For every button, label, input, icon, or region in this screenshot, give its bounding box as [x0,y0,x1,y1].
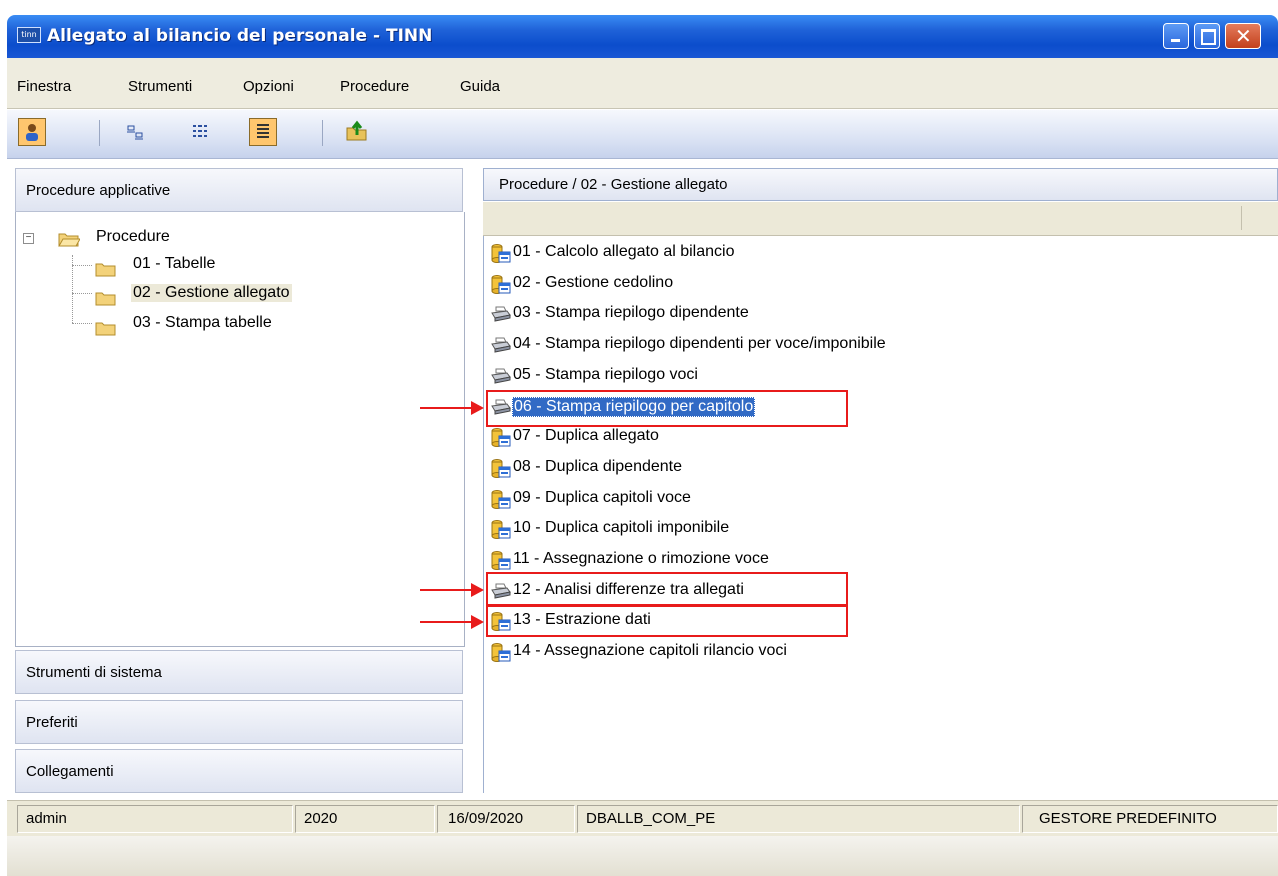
column-header-bar[interactable] [483,202,1278,236]
status-manager: GESTORE PREDEFINITO [1022,805,1278,833]
panel-collegamenti[interactable]: Collegamenti [15,749,463,793]
panel-title: Strumenti di sistema [26,664,162,681]
maximize-button[interactable] [1194,23,1220,49]
procedure-item-label: 01 - Calcolo allegato al bilancio [513,243,735,260]
folder-icon [95,263,116,277]
user-icon[interactable] [18,118,46,146]
folder-icon [95,292,116,306]
folder-icon [95,322,116,336]
status-database: DBALLB_COM_PE [577,805,1020,833]
toolbar [7,110,1278,159]
menu-strumenti[interactable]: Strumenti [128,78,192,95]
folder-open-icon [58,233,80,247]
column-divider[interactable] [1241,206,1242,230]
panel-title: Preferiti [26,714,78,731]
tree-collapse-toggle[interactable]: − [23,233,34,244]
highlight-box [486,390,848,427]
database-form-icon [491,642,511,662]
menu-procedure[interactable]: Procedure [340,78,409,95]
arrow-annotation [420,615,484,629]
database-form-icon [491,274,511,294]
printer-icon [491,304,511,324]
toolbar-separator [322,120,323,146]
up-folder-icon[interactable] [343,118,371,146]
title-bar: tinn Allegato al bilancio del personale … [7,15,1278,58]
panel-title: Procedure applicative [26,182,171,199]
close-icon: ✕ [1235,24,1252,48]
app-icon: tinn [17,27,41,43]
breadcrumb-path: Procedure / 02 - Gestione allegato [499,176,728,193]
window-title: Allegato al bilancio del personale - TIN… [47,26,433,46]
panel-procedure-applicative[interactable]: Procedure applicative [15,168,463,212]
database-form-icon [491,427,511,447]
database-form-icon [491,489,511,509]
procedure-item-label: 08 - Duplica dipendente [513,458,683,475]
tree-line [72,293,92,294]
tree-line [72,323,92,324]
status-date: 16/09/2020 [437,805,575,833]
procedure-item-label: 09 - Duplica capitoli voce [513,489,691,506]
database-form-icon [491,243,511,263]
procedure-item-label: 05 - Stampa riepilogo voci [513,366,698,383]
menu-guida[interactable]: Guida [460,78,500,95]
minimize-button[interactable] [1163,23,1189,49]
printer-icon [491,366,511,386]
tree-line [72,265,92,266]
small-icons-view-icon[interactable] [122,118,150,146]
status-year: 2020 [295,805,435,833]
breadcrumb: Procedure / 02 - Gestione allegato [483,168,1278,201]
menu-opzioni[interactable]: Opzioni [243,78,294,95]
status-bar: admin 2020 16/09/2020 DBALLB_COM_PE GEST… [7,800,1278,836]
bottom-strip [7,836,1278,876]
procedure-tree [15,212,465,647]
printer-icon [491,335,511,355]
procedure-item-label: 14 - Assegnazione capitoli rilancio voci [513,642,787,659]
procedure-item-label: 10 - Duplica capitoli imponibile [513,519,730,536]
menu-finestra[interactable]: Finestra [17,78,71,95]
procedure-item-label: 07 - Duplica allegato [513,427,659,444]
toolbar-separator [99,120,100,146]
procedure-item-label: 02 - Gestione cedolino [513,274,674,291]
procedure-item-label: 04 - Stampa riepilogo dipendenti per voc… [513,335,886,352]
panel-strumenti-di-sistema[interactable]: Strumenti di sistema [15,650,463,694]
highlight-box [486,605,848,637]
arrow-annotation [420,401,484,415]
procedure-item-label: 11 - Assegnazione o rimozione voce [513,550,769,567]
database-form-icon [491,550,511,570]
close-button[interactable]: ✕ [1225,23,1261,49]
details-view-icon[interactable] [249,118,277,146]
menu-bar: Finestra Strumenti Opzioni Procedure Gui… [7,58,1278,109]
procedure-item-label: 03 - Stampa riepilogo dipendente [513,304,749,321]
panel-preferiti[interactable]: Preferiti [15,700,463,744]
status-user: admin [17,805,293,833]
list-view-icon[interactable] [187,118,215,146]
panel-title: Collegamenti [26,763,114,780]
database-form-icon [491,458,511,478]
highlight-box [486,572,848,606]
arrow-annotation [420,583,484,597]
database-form-icon [491,519,511,539]
